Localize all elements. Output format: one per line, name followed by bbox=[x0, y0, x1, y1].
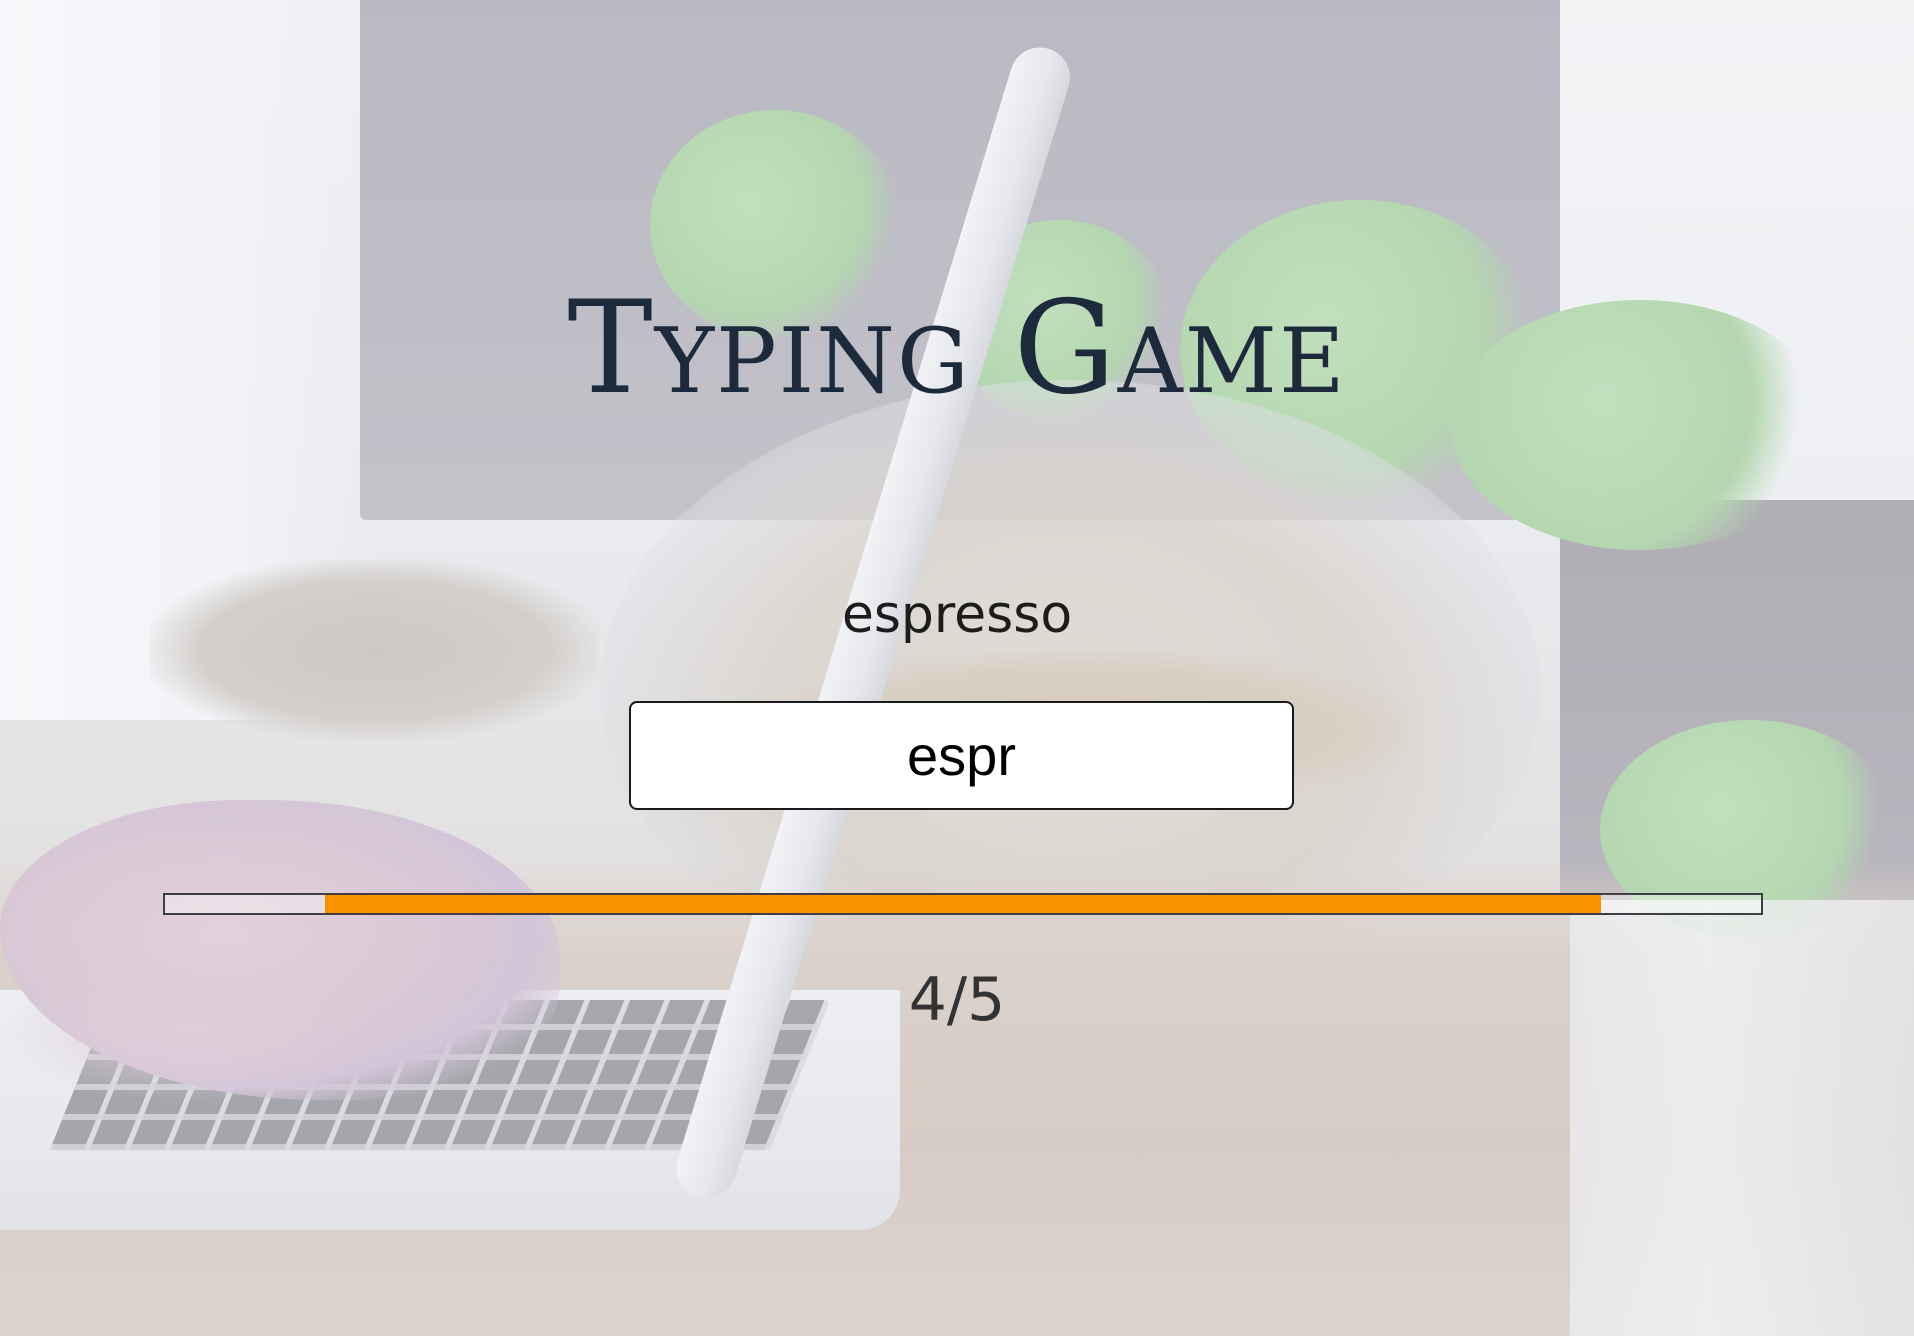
word-counter: 4/5 bbox=[908, 965, 1006, 1035]
progress-bar bbox=[163, 893, 1763, 915]
progress-fill bbox=[324, 895, 1602, 913]
game-title: Typing Game bbox=[567, 274, 1347, 423]
typing-input[interactable] bbox=[629, 701, 1294, 810]
typing-game: Typing Game espresso 4/5 bbox=[0, 0, 1914, 1336]
target-word: espresso bbox=[841, 585, 1073, 645]
